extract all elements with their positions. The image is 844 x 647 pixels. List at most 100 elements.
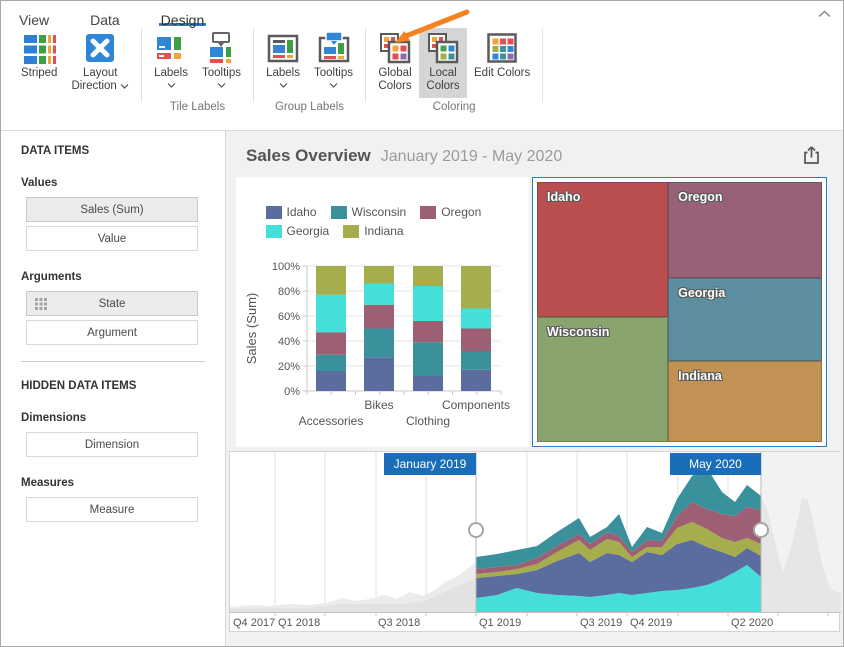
ribbon-collapse-button[interactable] [818, 10, 831, 18]
range-handle[interactable] [469, 523, 483, 537]
range-axis-label: Q3 2019 [580, 617, 622, 629]
ribbon: View Data Design Striped LayoutDirection La… [1, 1, 843, 131]
legend-label: Oregon [441, 205, 481, 219]
dashboard-surface: Sales Overview January 2019 - May 2020 I… [226, 131, 843, 647]
ribbon-button-label: Tooltips [202, 67, 241, 80]
bar-segment-indiana [413, 266, 443, 286]
legend-swatch [266, 225, 282, 238]
treemap-tile-wisconsin[interactable]: Wisconsin [537, 317, 668, 442]
treemap-tile-label: Idaho [547, 190, 580, 204]
ribbon-button-global-colors[interactable]: GlobalColors [371, 28, 419, 98]
ribbon-group-general: Striped LayoutDirection [9, 28, 142, 102]
legend-swatch [266, 206, 282, 219]
treemap-tile-oregon[interactable]: Oregon [668, 182, 822, 278]
svg-text:0%: 0% [284, 386, 300, 398]
range-axis-label: Q4 2019 [630, 617, 672, 629]
chevron-down-icon [279, 83, 288, 88]
export-button[interactable] [800, 144, 823, 167]
treemap-tile-label: Indiana [678, 369, 722, 383]
chevron-down-icon [329, 83, 338, 88]
ribbon-button-edit-colors[interactable]: Edit Colors [467, 28, 537, 98]
legend-swatch [343, 225, 359, 238]
treemap-tile-indiana[interactable]: Indiana [668, 361, 822, 442]
tile-tooltips-icon [205, 31, 239, 65]
ribbon-button-tooltips[interactable]: Tooltips [307, 28, 360, 98]
range-handle[interactable] [754, 523, 768, 537]
dropdown-arrow [279, 83, 288, 88]
bar-segment-oregon [461, 329, 491, 352]
bar-segment-georgia [413, 286, 443, 321]
legend-swatch [420, 206, 436, 219]
range-axis-label: Q1 2018 [278, 617, 320, 629]
ribbon-button-local-colors[interactable]: LocalColors [419, 28, 467, 98]
svg-text:May 2020: May 2020 [689, 457, 742, 471]
bar-chart-item[interactable]: IdahoWisconsinOregonGeorgiaIndiana Sales… [236, 177, 529, 447]
sidebar-header-hidden-data-items: HIDDEN DATA ITEMS [21, 380, 225, 392]
treemap-tile-georgia[interactable]: Georgia [668, 278, 822, 361]
ribbon-group-name: Coloring [371, 98, 537, 112]
bar-segment-oregon [413, 321, 443, 342]
striped-icon [22, 31, 56, 65]
chevron-down-icon [120, 84, 129, 89]
data-item-label: Dimension [85, 439, 139, 451]
ribbon-tabs: View Data Design [1, 1, 843, 26]
ribbon-group-name: Group Labels [259, 98, 360, 112]
ribbon-button-label: Striped [21, 67, 57, 80]
data-item-value[interactable]: Value [26, 226, 198, 251]
bar-segment-wisconsin [461, 351, 491, 370]
data-item-dimension[interactable]: Dimension [26, 432, 198, 457]
ribbon-button-layout-direction[interactable]: LayoutDirection [64, 28, 136, 98]
svg-text:100%: 100% [272, 261, 300, 273]
ribbon-button-striped[interactable]: Striped [14, 28, 64, 98]
bar-segment-indiana [461, 266, 491, 309]
tile-labels-icon [154, 31, 188, 65]
legend-item-georgia: Georgia [266, 224, 330, 238]
ribbon-button-labels[interactable]: Labels [259, 28, 307, 98]
legend-item-oregon: Oregon [420, 205, 481, 219]
data-item-state[interactable]: State [26, 291, 198, 316]
ribbon-button-label: Tooltips [314, 67, 353, 80]
range-end-flag[interactable]: May 2020 [670, 453, 761, 475]
range-filter-chart: Q4 2017Q1 2018Q3 2018Q1 2019Q3 2019Q4 20… [230, 452, 839, 631]
dashboard-designer-window: View Data Design Striped LayoutDirection La… [0, 0, 844, 647]
ribbon-button-label: LocalColors [426, 67, 459, 93]
dashboard-subtitle: January 2019 - May 2020 [381, 148, 562, 166]
bar-segment-wisconsin [413, 342, 443, 376]
range-filter-item[interactable]: Q4 2017Q1 2018Q3 2018Q1 2019Q3 2019Q4 20… [229, 451, 840, 632]
range-filter-svg: Q4 2017Q1 2018Q3 2018Q1 2019Q3 2019Q4 20… [230, 452, 841, 631]
data-item-label: Sales (Sum) [80, 204, 143, 216]
ribbon-button-label: Labels [154, 67, 188, 80]
ribbon-button-label: GlobalColors [378, 67, 411, 93]
bar-segment-idaho [316, 371, 346, 391]
treemap-item-selected[interactable]: Idaho WisconsinOregonGeorgia Indiana [532, 177, 827, 447]
sidebar-group-title-arguments: Arguments [21, 271, 225, 283]
tab-data[interactable]: Data [88, 12, 122, 26]
ribbon-group-tile-labels: LabelsTooltipsTile Labels [142, 28, 254, 102]
bar-segment-georgia [316, 295, 346, 333]
data-item-measure[interactable]: Measure [26, 497, 198, 522]
dropdown-arrow [217, 83, 226, 88]
tab-view[interactable]: View [17, 12, 51, 26]
ribbon-group-coloring: GlobalColorsLocalColorsEdit ColorsColori… [366, 28, 543, 102]
dashboard-title: Sales Overview [246, 146, 371, 166]
grid-icon [35, 298, 47, 310]
chevron-up-icon [818, 10, 831, 18]
dropdown-arrow [329, 83, 338, 88]
bar-segment-wisconsin [364, 329, 394, 358]
data-item-argument[interactable]: Argument [26, 320, 198, 345]
ribbon-group-name [14, 98, 136, 112]
tab-design[interactable]: Design [159, 12, 207, 26]
sidebar: DATA ITEMSValuesSales (Sum)ValueArgument… [1, 131, 226, 647]
data-item-sales-sum[interactable]: Sales (Sum) [26, 197, 198, 222]
ribbon-button-labels[interactable]: Labels [147, 28, 195, 98]
ribbon-button-tooltips[interactable]: Tooltips [195, 28, 248, 98]
sidebar-divider [21, 361, 205, 362]
export-icon [800, 144, 823, 167]
data-item-label: Argument [87, 327, 137, 339]
chart-legend: IdahoWisconsinOregonGeorgiaIndiana [266, 205, 500, 238]
range-start-flag[interactable]: January 2019 [384, 453, 476, 475]
x-axis-label: Components [442, 398, 510, 412]
ribbon-button-label: Edit Colors [474, 67, 530, 80]
bar-segment-oregon [316, 332, 346, 355]
treemap-tile-idaho[interactable]: Idaho [537, 182, 668, 317]
